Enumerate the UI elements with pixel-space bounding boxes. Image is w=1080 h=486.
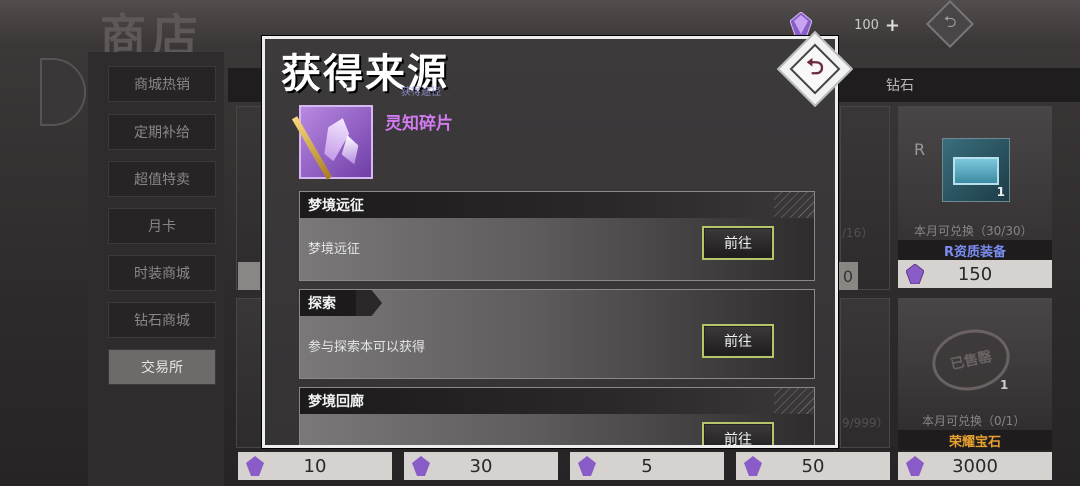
go-button[interactable]: 前往 xyxy=(702,226,774,260)
card-limit-partial: /16） xyxy=(842,226,874,240)
source-list[interactable]: 梦境远征 梦境远征 前往 探索 参与探索本可以获得 前往 梦境回廊 前往 xyxy=(299,185,815,445)
source-header xyxy=(300,192,814,218)
hatch-pattern-icon xyxy=(774,388,814,414)
item-name: 灵知碎片 xyxy=(385,114,453,134)
sidebar-item-fashion[interactable]: 时装商城 xyxy=(108,255,216,291)
sidebar-item-monthly-card[interactable]: 月卡 xyxy=(108,208,216,244)
purple-gem-icon xyxy=(744,456,762,476)
back-arrow-icon: ⮌ xyxy=(943,11,957,31)
source-description: 参与探索本可以获得 xyxy=(308,340,426,355)
modal-back-button[interactable]: ⮌ xyxy=(776,30,854,108)
price-value: 30 xyxy=(469,455,493,477)
sidebar-item-exchange[interactable]: 交易所 xyxy=(108,349,216,385)
source-entry-explore: 探索 参与探索本可以获得 前往 xyxy=(299,289,815,379)
price-bar: 30 xyxy=(404,452,558,480)
price-value: 3000 xyxy=(952,455,998,477)
card-limit: 本月可兑换（30/30） xyxy=(914,224,1033,238)
price-bar: 10 xyxy=(238,452,392,480)
price-value: 5 xyxy=(641,455,653,477)
source-modal: 获得来源 获得途径 灵知碎片 梦境远征 梦境远征 前往 探索 参与探索本可以获得… xyxy=(262,36,838,448)
sidebar-item-hot[interactable]: 商城热销 xyxy=(108,66,216,102)
purple-gem-icon xyxy=(790,12,812,38)
card-limit: 本月可兑换（0/1） xyxy=(922,414,1026,428)
sidebar-item-sale[interactable]: 超值特卖 xyxy=(108,161,216,197)
shop-back-button[interactable]: ⮌ xyxy=(922,0,978,49)
price-bar: 50 xyxy=(736,452,890,480)
currency-amount: 100 xyxy=(854,17,879,33)
avatar-frame[interactable] xyxy=(40,58,86,126)
currency-display: 100 + xyxy=(790,12,900,38)
price-bar: 150 xyxy=(898,260,1052,288)
source-title: 梦境回廊 xyxy=(308,394,364,410)
purple-gem-icon xyxy=(246,456,264,476)
go-button[interactable]: 前往 xyxy=(702,324,774,358)
purple-gem-icon xyxy=(906,456,924,476)
purple-gem-icon xyxy=(578,456,596,476)
purple-gem-icon xyxy=(412,456,430,476)
price-value: 150 xyxy=(957,263,993,285)
sidebar-item-supply[interactable]: 定期补给 xyxy=(108,114,216,150)
price-value: 50 xyxy=(801,455,825,477)
price-value: 10 xyxy=(303,455,327,477)
chevron-tab-icon xyxy=(356,290,382,316)
chest-shape xyxy=(953,157,999,185)
source-title: 梦境远征 xyxy=(308,198,364,214)
price-bar: 3000 xyxy=(898,452,1052,480)
equipment-chest-icon: 1 xyxy=(942,138,1010,202)
rarity-letter: R xyxy=(914,140,926,159)
crystal-shard-icon xyxy=(291,105,373,180)
price-bar: 0 xyxy=(838,262,858,290)
tab-diamond[interactable]: 钻石 xyxy=(886,68,914,102)
modal-subtitle: 获得途径 xyxy=(401,87,441,98)
source-header xyxy=(300,388,814,414)
price-bar: 5 xyxy=(570,452,724,480)
plus-icon[interactable]: + xyxy=(885,15,900,36)
card-item-name: R资质装备 xyxy=(898,240,1052,260)
go-button[interactable]: 前往 xyxy=(702,422,774,445)
source-description: 梦境远征 xyxy=(308,242,361,257)
price-bar xyxy=(238,262,260,290)
item-count: 1 xyxy=(1000,378,1009,392)
source-title: 探索 xyxy=(308,296,336,312)
sidebar-item-diamond[interactable]: 钻石商城 xyxy=(108,302,216,338)
item-count: 1 xyxy=(996,185,1005,199)
back-arrow-icon: ⮌ xyxy=(806,55,824,80)
purple-gem-icon xyxy=(906,264,924,284)
card-item-name: 荣耀宝石 xyxy=(898,430,1052,450)
source-entry-dream-expedition: 梦境远征 梦境远征 前往 xyxy=(299,191,815,281)
card-limit-partial: 9/999） xyxy=(842,416,889,430)
source-entry-dream-corridor: 梦境回廊 前往 xyxy=(299,387,815,445)
hatch-pattern-icon xyxy=(774,192,814,218)
